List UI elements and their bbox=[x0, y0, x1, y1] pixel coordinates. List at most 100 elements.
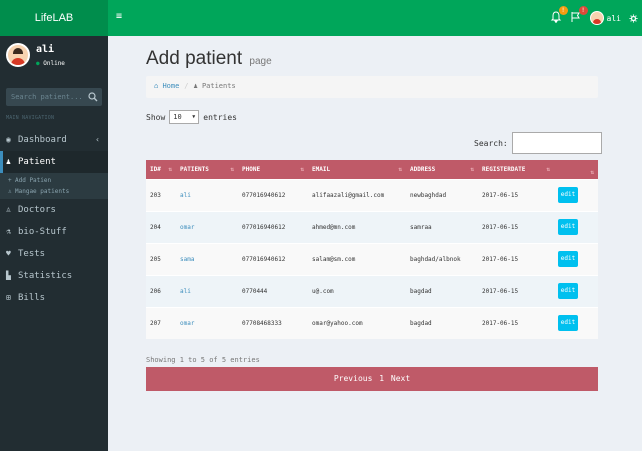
sort-icon: ⇅ bbox=[590, 169, 594, 177]
cell-phone: 077016940612 bbox=[238, 210, 308, 243]
table-search-control: Search: bbox=[474, 132, 602, 154]
sidebar-subitem-manage-patients[interactable]: ♙ Mangae patients bbox=[0, 186, 108, 197]
nav-header: MAIN NAVIGATION bbox=[6, 115, 55, 121]
sidebar-user-name: ali bbox=[36, 44, 55, 55]
breadcrumb-current: ♟ Patients bbox=[194, 82, 236, 90]
col-header-label: ADDRESS bbox=[410, 165, 436, 173]
caret-down-icon: ▼ bbox=[192, 114, 196, 120]
cell-phone: 077016940612 bbox=[238, 178, 308, 211]
sidebar-item-label: Bills bbox=[18, 293, 46, 303]
table-search-input[interactable] bbox=[511, 132, 602, 154]
cell-actions: edit bbox=[554, 242, 598, 275]
sidebar-item-label: Statistics bbox=[18, 271, 73, 281]
cell-email: alifaazali@gmail.com bbox=[308, 178, 406, 211]
user-icon: ♙ bbox=[8, 188, 12, 195]
breadcrumb-bar: ⌂ Home / ♟ Patients bbox=[146, 76, 598, 98]
sort-icon: ⇅ bbox=[168, 165, 172, 173]
edit-button[interactable]: edit bbox=[558, 187, 578, 203]
user-avatar bbox=[589, 11, 604, 25]
sidebar-search-input[interactable] bbox=[6, 88, 84, 106]
cell-patient-link[interactable]: omar bbox=[176, 210, 238, 243]
breadcrumb-home-label: Home bbox=[162, 82, 180, 90]
home-icon: ⌂ bbox=[154, 82, 159, 90]
edit-button[interactable]: edit bbox=[558, 315, 578, 332]
sidebar-item-label: Tests bbox=[18, 249, 46, 259]
cell-phone: 07708468333 bbox=[238, 306, 308, 339]
sidebar-item-doctors[interactable]: ♙ Doctors bbox=[0, 199, 108, 221]
show-label: Show bbox=[146, 112, 166, 122]
patients-table: ID# ⇅ PATIENTS ⇅ PHONE ⇅ EMAIL ⇅ ADDRESS ⇅ RE… bbox=[146, 160, 598, 339]
cell-patient-link[interactable]: sama bbox=[176, 242, 238, 275]
cell-phone: 0770444 bbox=[238, 274, 308, 307]
page-size-value: 10 bbox=[173, 113, 182, 121]
cell-email: salam@sm.com bbox=[308, 242, 406, 275]
table-info: Showing 1 to 5 of 5 entries bbox=[146, 356, 260, 364]
cell-patient-link[interactable]: ali bbox=[176, 178, 238, 211]
flags-button[interactable]: ! bbox=[570, 6, 588, 25]
col-header-phone[interactable]: PHONE ⇅ bbox=[238, 160, 308, 179]
chevron-left-icon: ‹ bbox=[95, 135, 100, 144]
sidebar-item-bills[interactable]: ⊞ Bills bbox=[0, 287, 108, 309]
breadcrumb-separator: / bbox=[184, 82, 189, 90]
pager-previous[interactable]: Previous bbox=[334, 374, 373, 383]
col-header-patients[interactable]: PATIENTS ⇅ bbox=[176, 160, 238, 179]
cell-actions: edit bbox=[554, 178, 598, 211]
notifications-button[interactable]: ! bbox=[550, 6, 568, 25]
navbar-right: ! ! ali bbox=[550, 6, 638, 27]
search-icon[interactable] bbox=[88, 92, 98, 102]
sort-icon: ⇅ bbox=[470, 165, 474, 173]
sidebar-item-tests[interactable]: ♥ Tests bbox=[0, 243, 108, 265]
edit-button[interactable]: edit bbox=[558, 219, 578, 235]
cell-patient-link[interactable]: omar bbox=[176, 306, 238, 339]
user-md-icon: ♙ bbox=[6, 205, 11, 214]
cart-icon: ⊞ bbox=[6, 293, 11, 302]
cell-date: 2017-06-15 bbox=[478, 178, 554, 211]
cell-id: 207 bbox=[146, 306, 176, 339]
sidebar-item-label: Patient bbox=[18, 157, 56, 167]
cell-address: bagdad bbox=[406, 274, 478, 307]
page-title-text: Add patient bbox=[146, 48, 243, 69]
sidebar-item-statistics[interactable]: ▙ Statistics bbox=[0, 265, 108, 287]
pager-next[interactable]: Next bbox=[391, 374, 410, 383]
sidebar-subitem-add-patient[interactable]: + Add Patien bbox=[0, 175, 108, 186]
plus-icon: + bbox=[8, 177, 12, 184]
gear-icon[interactable] bbox=[629, 13, 638, 23]
table-row: 204 omar 077016940612 ahmed@mn.com samra… bbox=[146, 210, 598, 243]
cell-id: 204 bbox=[146, 210, 176, 243]
sidebar-status-label: Online bbox=[43, 60, 65, 67]
cell-email: ahmed@mn.com bbox=[308, 210, 406, 243]
col-header-label: PATIENTS bbox=[180, 165, 209, 173]
col-header-email[interactable]: EMAIL ⇅ bbox=[308, 160, 406, 179]
sort-icon: ⇅ bbox=[398, 165, 402, 173]
sort-icon: ⇅ bbox=[230, 165, 234, 173]
sidebar-item-dashboard[interactable]: ◉ Dashboard ‹ bbox=[0, 129, 108, 151]
users-icon: ♟ bbox=[6, 157, 11, 166]
sidebar-subitem-label: Mangae patients bbox=[15, 188, 70, 195]
sidebar-avatar bbox=[6, 43, 30, 67]
col-header-registerdate[interactable]: REGISTERDATE ⇅ bbox=[478, 160, 554, 179]
breadcrumb-current-label: Patients bbox=[201, 82, 236, 90]
sidebar-item-bio-stuff[interactable]: ⚗ bio-Stuff bbox=[0, 221, 108, 243]
pager-page-1[interactable]: 1 bbox=[379, 374, 384, 383]
sidebar-menu: ◉ Dashboard ‹ ♟ Patient + Add Patien ♙ Manga… bbox=[0, 129, 108, 309]
col-header-address[interactable]: ADDRESS ⇅ bbox=[406, 160, 478, 179]
cell-patient-link[interactable]: ali bbox=[176, 274, 238, 307]
edit-button[interactable]: edit bbox=[558, 283, 578, 299]
col-header-id[interactable]: ID# ⇅ bbox=[146, 160, 176, 179]
sidebar-item-patient[interactable]: ♟ Patient bbox=[0, 151, 108, 173]
edit-button[interactable]: edit bbox=[558, 251, 578, 267]
online-dot-icon: ● bbox=[36, 60, 40, 67]
app-logo[interactable]: LifeLAB bbox=[0, 0, 108, 36]
sidebar-toggle-icon[interactable]: ≡ bbox=[116, 12, 122, 22]
breadcrumb-home[interactable]: ⌂ Home bbox=[154, 82, 179, 90]
col-header-actions[interactable]: ⇅ bbox=[554, 160, 598, 179]
sidebar-subitem-label: Add Patien bbox=[15, 177, 52, 184]
breadcrumb: ⌂ Home / ♟ Patients bbox=[154, 82, 236, 90]
user-menu[interactable]: ali bbox=[589, 11, 621, 25]
main-content: Add patient page ⌂ Home / ♟ Patients Show … bbox=[108, 36, 642, 451]
cell-date: 2017-06-15 bbox=[478, 242, 554, 275]
entries-label: entries bbox=[203, 112, 237, 122]
page-size-select[interactable]: 10 ▼ bbox=[169, 110, 200, 124]
top-navbar: LifeLAB ≡ ! ! ali bbox=[0, 0, 642, 36]
cell-id: 206 bbox=[146, 274, 176, 307]
